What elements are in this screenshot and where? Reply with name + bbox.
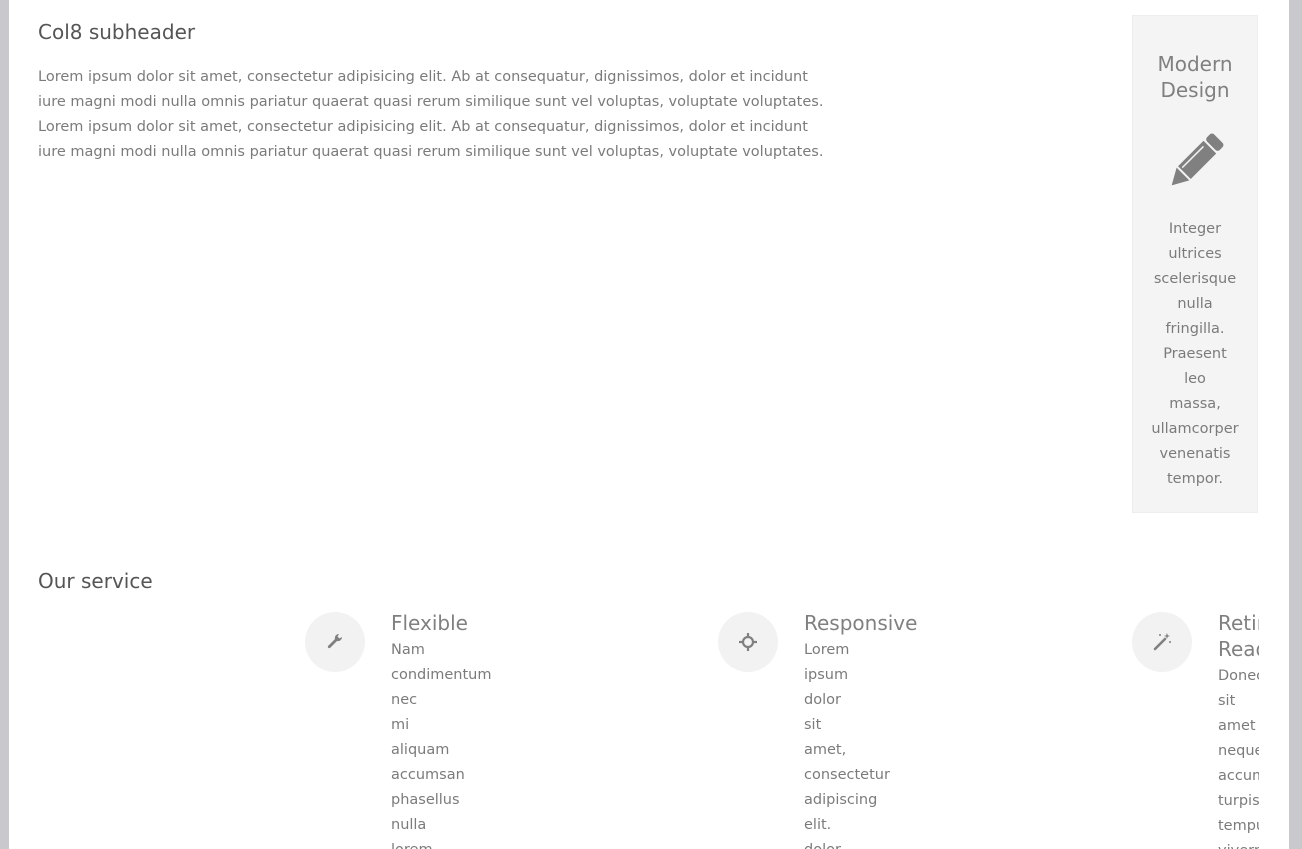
feature-title: Modern Design	[1157, 52, 1233, 102]
service-text: Lorem ipsum dolor sit amet, consectetur …	[804, 642, 890, 849]
service-text: Donec sit amet neque accumsan turpis tem…	[1218, 668, 1259, 849]
service-icon-circle	[305, 612, 365, 672]
service-icon-circle	[1132, 612, 1192, 672]
crosshair-icon	[739, 633, 757, 651]
service-text: Nam condimentum nec mi aliquam accumsan …	[391, 642, 492, 849]
content-area: Col8 subheader Lorem ipsum dolor sit ame…	[9, 0, 1289, 849]
service-title: Responsive	[804, 611, 918, 635]
section-title: Our service	[38, 569, 153, 593]
feature-panel: Modern Design Integer ultrices scelerisq…	[1132, 15, 1258, 513]
service-title: Flexible	[391, 611, 468, 635]
magic-wand-icon	[1153, 633, 1171, 651]
service-body: Retina Ready Donec sit amet neque accums…	[1218, 612, 1259, 849]
pencil-icon	[1171, 133, 1224, 186]
feature-description: Integer ultrices scelerisque nulla fring…	[1151, 221, 1239, 487]
col8-paragraph: Lorem ipsum dolor sit amet, consectetur …	[38, 69, 824, 160]
service-title: Retina Ready	[1218, 612, 1259, 661]
service-body: Flexible Nam condimentum nec mi aliquam …	[391, 611, 551, 849]
service-body: Responsive Lorem ipsum dolor sit amet, c…	[804, 611, 964, 849]
wrench-icon	[327, 633, 343, 649]
col8-subheader: Col8 subheader	[38, 20, 196, 44]
service-icon-circle	[718, 612, 778, 672]
